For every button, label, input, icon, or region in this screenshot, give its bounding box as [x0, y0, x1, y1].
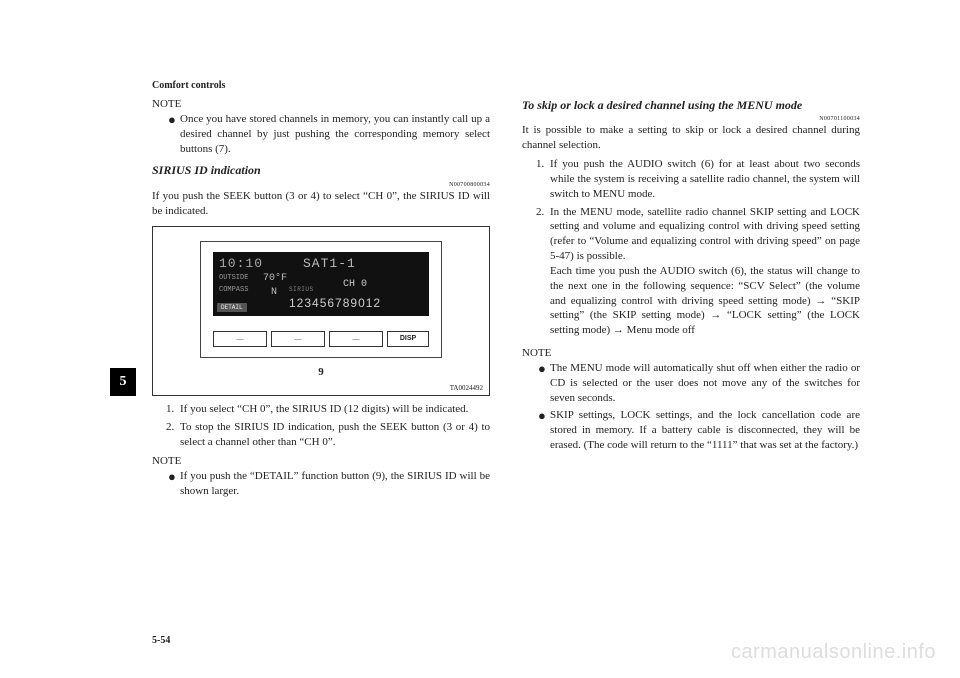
list-item-text: If you push the AUDIO switch (6) for at …: [550, 157, 860, 202]
note-label: NOTE: [522, 346, 860, 361]
compass-label: COMPASS: [219, 286, 248, 295]
figure-callout-number: 9: [153, 365, 489, 380]
two-column-body: NOTE ● Once you have stored channels in …: [152, 97, 860, 638]
figure-device-illustration: 10:10 SAT1-1 OUTSIDE 70°F COMPASS N SIRI…: [152, 226, 490, 396]
section-title-sirius: SIRIUS ID indication: [152, 162, 490, 178]
left-column: NOTE ● Once you have stored channels in …: [152, 97, 490, 638]
detail-softkey-label: DETAIL: [217, 303, 247, 313]
list-item-text: If you select “CH 0”, the SIRIUS ID (12 …: [180, 402, 490, 417]
compass-direction: N: [271, 286, 277, 299]
doc-code: N00700800034: [152, 181, 490, 189]
sirius-small-label: SIRIUS: [289, 286, 314, 294]
list-number: 2.: [166, 420, 180, 450]
list-item-text: To stop the SIRIUS ID indication, push t…: [180, 420, 490, 450]
note-bullet-block: ● Once you have stored channels in memor…: [152, 112, 490, 157]
device-button-1: —: [213, 331, 267, 347]
note-bullet-block: ● The MENU mode will automatically shut …: [522, 361, 860, 453]
note-bullet-block: ● If you push the “DETAIL” function butt…: [152, 469, 490, 499]
note-label: NOTE: [152, 454, 490, 469]
sirius-id-digits: 123456789012: [289, 296, 381, 312]
note-label: NOTE: [152, 97, 490, 112]
figure-code: TA0024492: [450, 384, 483, 393]
sat-label: SAT1-1: [303, 256, 356, 273]
page-number: 5-54: [152, 635, 170, 646]
note-bullet-text: SKIP settings, LOCK settings, and the lo…: [550, 408, 860, 453]
device-screen: 10:10 SAT1-1 OUTSIDE 70°F COMPASS N SIRI…: [213, 252, 429, 316]
device-button-3: —: [329, 331, 383, 347]
ordered-list: 1. If you select “CH 0”, the SIRIUS ID (…: [152, 402, 490, 450]
sirius-paragraph: If you push the SEEK button (3 or 4) to …: [152, 189, 490, 219]
right-column: To skip or lock a desired channel using …: [522, 97, 860, 638]
note-bullet-text: The MENU mode will automatically shut of…: [550, 361, 860, 406]
channel-display: CH 0: [333, 276, 377, 293]
section-title-skip: To skip or lock a desired channel using …: [522, 97, 860, 113]
outside-label: OUTSIDE: [219, 274, 248, 283]
list-item-span-b: Each time you push the AUDIO switch (6),…: [550, 265, 860, 336]
temp-display: 70°F: [263, 272, 287, 285]
manual-page: Comfort controls NOTE ● Once you have st…: [0, 0, 960, 678]
list-number: 1.: [166, 402, 180, 417]
list-number: 1.: [536, 157, 550, 202]
list-item-text: In the MENU mode, satellite radio channe…: [550, 205, 860, 339]
running-head: Comfort controls: [152, 80, 860, 91]
bullet-icon: ●: [168, 113, 180, 126]
doc-code: N00701100034: [522, 115, 860, 123]
list-number: 2.: [536, 205, 550, 339]
bullet-icon: ●: [538, 362, 550, 375]
bullet-icon: ●: [538, 409, 550, 422]
chapter-tab: 5: [110, 368, 136, 396]
list-item-span-a: In the MENU mode, satellite radio channe…: [550, 206, 860, 263]
skip-intro-paragraph: It is possible to make a setting to skip…: [522, 123, 860, 153]
watermark: carmanualsonline.info: [731, 641, 936, 664]
bullet-icon: ●: [168, 470, 180, 483]
note-bullet-text: Once you have stored channels in memory,…: [180, 112, 490, 157]
device-button-row: — — — DISP: [213, 331, 429, 347]
note-bullet-text: If you push the “DETAIL” function button…: [180, 469, 490, 499]
device-disp-button: DISP: [387, 331, 429, 347]
device-frame: 10:10 SAT1-1 OUTSIDE 70°F COMPASS N SIRI…: [200, 241, 442, 358]
device-button-2: —: [271, 331, 325, 347]
ordered-list: 1. If you push the AUDIO switch (6) for …: [522, 157, 860, 338]
